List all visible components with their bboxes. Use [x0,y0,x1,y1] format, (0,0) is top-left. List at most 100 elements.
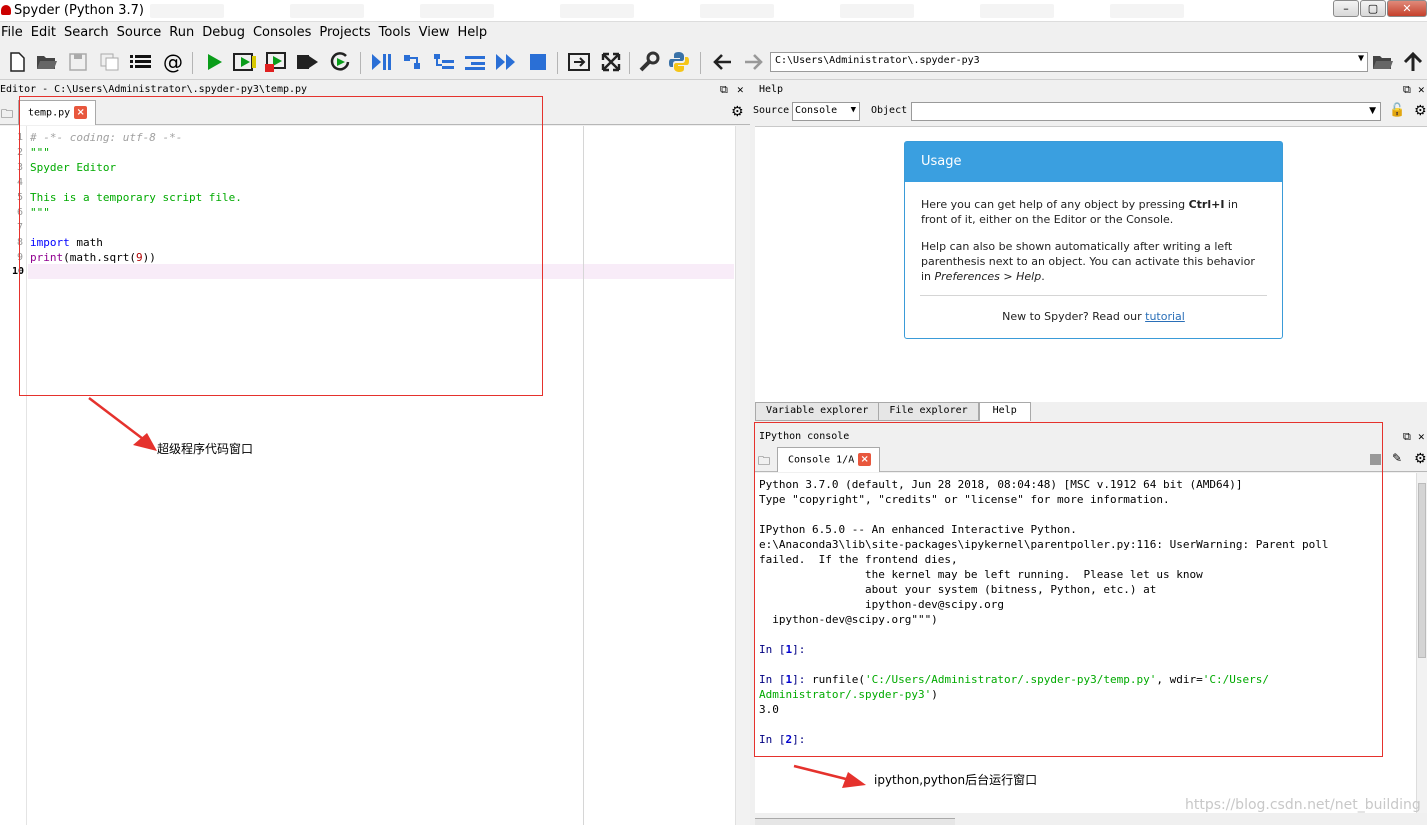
undock-icon[interactable]: ⧉ [720,83,728,97]
chevron-down-icon[interactable]: ▼ [1358,53,1364,64]
close-pane-icon[interactable]: ✕ [737,83,744,96]
menu-bar: File Edit Search Source Run Debug Consol… [0,23,1427,43]
outline-icon[interactable] [129,50,153,74]
divider [920,295,1267,296]
run-cell-advance-icon[interactable] [264,50,288,74]
python-icon[interactable] [667,50,691,74]
save-all-icon[interactable] [98,50,122,74]
menu-run[interactable]: Run [168,23,200,43]
menu-projects[interactable]: Projects [318,23,376,43]
gear-icon[interactable]: ⚙ [731,104,744,120]
menu-tools[interactable]: Tools [378,23,417,43]
editor-annotation: 超级程序代码窗口 [157,442,254,456]
working-directory-combobox[interactable]: C:\Users\Administrator\.spyder-py3 ▼ [770,52,1368,72]
save-icon[interactable] [66,50,90,74]
menu-help[interactable]: Help [457,23,494,43]
usage-paragraph-1: Here you can get help of any object by p… [905,197,1282,227]
rerun-icon[interactable] [328,50,352,74]
close-button[interactable]: ✕ [1387,0,1427,17]
menu-consoles[interactable]: Consoles [252,23,317,43]
background-tab [420,4,494,18]
scrollbar-thumb[interactable] [1418,483,1426,658]
stop-icon[interactable] [526,50,550,74]
background-tab [1110,4,1184,18]
wrench-icon[interactable] [637,50,661,74]
window-title: Spyder (Python 3.7) [14,3,144,18]
step-return-icon[interactable] [463,50,487,74]
maximize-button[interactable]: ▢ [1360,0,1386,17]
browse-folder-icon[interactable] [1371,50,1395,74]
step-icon[interactable] [401,50,425,74]
undock-icon[interactable]: ⧉ [1403,83,1411,97]
annotation-arrow-icon [88,397,157,451]
eraser-icon[interactable]: ✎ [1392,451,1402,465]
usage-title: Usage [905,142,1282,182]
editor-highlight-box [19,96,543,396]
text: . [1041,270,1045,283]
background-tab [290,4,364,18]
lock-icon[interactable]: 🔓 [1389,103,1405,118]
source-label: Source [753,105,790,116]
toolbar-separator [629,52,630,74]
background-tab [560,4,634,18]
minimize-button[interactable]: – [1333,0,1359,17]
background-tab [840,4,914,18]
menu-file[interactable]: File [0,23,29,43]
working-directory-path: C:\Users\Administrator\.spyder-py3 [775,55,980,66]
close-pane-icon[interactable]: ✕ [1418,430,1425,443]
run-icon[interactable] [202,50,226,74]
console-highlight-box [754,422,1383,757]
object-input[interactable]: ▼ [911,102,1381,121]
open-file-icon[interactable] [35,50,59,74]
maximize-pane-icon[interactable] [567,50,591,74]
fullscreen-icon[interactable] [599,50,623,74]
toolbar-separator [360,52,361,74]
gear-icon[interactable]: ⚙ [1414,451,1427,467]
tab-file-explorer[interactable]: File explorer [878,402,979,421]
text: Here you can get help of any object by p… [921,198,1189,211]
parent-dir-icon[interactable] [1401,50,1425,74]
back-arrow-icon[interactable] [711,50,735,74]
close-pane-icon[interactable]: ✕ [1418,83,1425,96]
run-selection-icon[interactable] [296,50,320,74]
console-scrollbar[interactable] [1416,473,1427,813]
menu-debug[interactable]: Debug [201,23,251,43]
shortcut: Ctrl+I [1188,198,1225,211]
menu-edit[interactable]: Edit [30,23,62,43]
at-icon[interactable]: @ [161,50,185,74]
object-label: Object [871,105,908,116]
source-combobox[interactable]: Console ▼ [792,102,860,121]
continue-icon[interactable] [494,50,518,74]
menu-view[interactable]: View [418,23,456,43]
menu-search[interactable]: Search [63,23,115,43]
gear-icon[interactable]: ⚙ [1414,103,1427,119]
browse-tabs-icon[interactable]: 🗀 [1,105,13,126]
help-toolbar: Source Console ▼ Object ▼ 🔓 ⚙ [753,100,1427,124]
step-into-icon[interactable] [432,50,456,74]
chevron-down-icon: ▼ [1369,106,1376,116]
background-tab [980,4,1054,18]
debug-icon[interactable] [369,50,393,74]
new-file-icon[interactable] [5,50,29,74]
forward-arrow-icon[interactable] [741,50,765,74]
text: New to Spyder? Read our [1002,310,1146,323]
tab-variable-explorer[interactable]: Variable explorer [755,402,880,421]
toolbar-separator [557,52,558,74]
tab-help[interactable]: Help [978,402,1031,421]
source-value: Console [795,105,838,116]
tutorial-link[interactable]: tutorial [1145,310,1185,323]
title-bar: Spyder (Python 3.7) – ▢ ✕ [0,0,1427,22]
annotation-arrow-icon [793,764,866,788]
editor-scrollbar[interactable] [735,126,750,825]
toolbar-separator [192,52,193,74]
console-pane-tabs[interactable] [755,818,955,825]
watermark: https://blog.csdn.net/net_building [1185,797,1421,813]
menu-source[interactable]: Source [116,23,168,43]
background-tab [150,4,224,18]
run-cell-icon[interactable] [233,50,257,74]
editor-title-text: Editor - C:\Users\Administrator\.spyder-… [0,84,308,95]
undock-icon[interactable]: ⧉ [1403,430,1411,444]
help-pane-title: Help ⧉ ✕ [755,82,1427,99]
preferences-path: Preferences > Help [934,270,1042,283]
window-controls: – ▢ ✕ [1332,0,1427,18]
